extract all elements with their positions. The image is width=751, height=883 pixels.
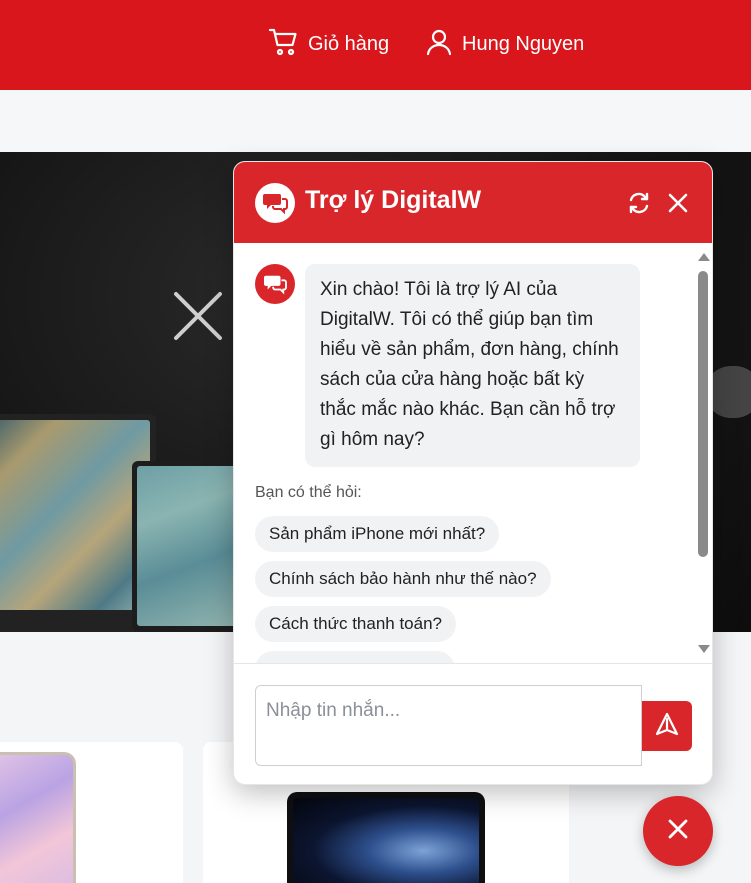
chat-bubble-icon bbox=[255, 183, 295, 223]
chat-title: Trợ lý DigitalW bbox=[305, 186, 482, 214]
cart-link[interactable]: Giỏ hàng bbox=[268, 28, 389, 60]
send-icon bbox=[654, 711, 680, 742]
chat-messages: Xin chào! Tôi là trợ lý AI của DigitalW.… bbox=[234, 243, 712, 663]
chat-input-area bbox=[234, 663, 712, 784]
chat-toggle-button[interactable] bbox=[643, 796, 713, 866]
chat-header: Trợ lý DigitalW bbox=[234, 162, 712, 243]
bot-avatar bbox=[255, 264, 295, 304]
close-icon[interactable] bbox=[665, 190, 691, 216]
cart-label: Giỏ hàng bbox=[308, 32, 390, 55]
product-card[interactable] bbox=[0, 742, 183, 883]
chat-scrollbar[interactable] bbox=[696, 253, 710, 653]
bot-message: Xin chào! Tôi là trợ lý AI của DigitalW.… bbox=[305, 264, 640, 467]
suggestion-chip[interactable]: Chính sách bảo hành như thế nào? bbox=[255, 561, 551, 597]
user-account-link[interactable]: Hung Nguyen bbox=[424, 28, 584, 60]
suggestion-chip[interactable]: Cách thức thanh toán? bbox=[255, 606, 456, 642]
refresh-icon[interactable] bbox=[626, 190, 652, 216]
suggestions-label: Bạn có thể hỏi: bbox=[255, 484, 362, 501]
product-image-laptop bbox=[287, 792, 485, 883]
suggestion-chip[interactable] bbox=[255, 651, 455, 663]
message-input[interactable] bbox=[255, 685, 642, 766]
scroll-down-icon[interactable] bbox=[698, 645, 710, 653]
user-icon bbox=[424, 27, 454, 62]
chat-widget: Trợ lý DigitalW Xin chào! Tôi là trợ lý … bbox=[233, 161, 713, 785]
product-image-phone bbox=[0, 752, 76, 883]
cart-icon bbox=[268, 26, 300, 63]
sub-navigation bbox=[0, 90, 751, 152]
user-name: Hung Nguyen bbox=[462, 32, 585, 55]
scroll-up-icon[interactable] bbox=[698, 253, 710, 261]
top-header: Giỏ hàng Hung Nguyen bbox=[0, 0, 751, 90]
close-icon bbox=[666, 817, 690, 846]
send-button[interactable] bbox=[642, 701, 692, 751]
banner-close-icon[interactable] bbox=[170, 288, 226, 344]
scrollbar-thumb[interactable] bbox=[698, 271, 708, 557]
suggestion-chip[interactable]: Sản phẩm iPhone mới nhất? bbox=[255, 516, 500, 552]
